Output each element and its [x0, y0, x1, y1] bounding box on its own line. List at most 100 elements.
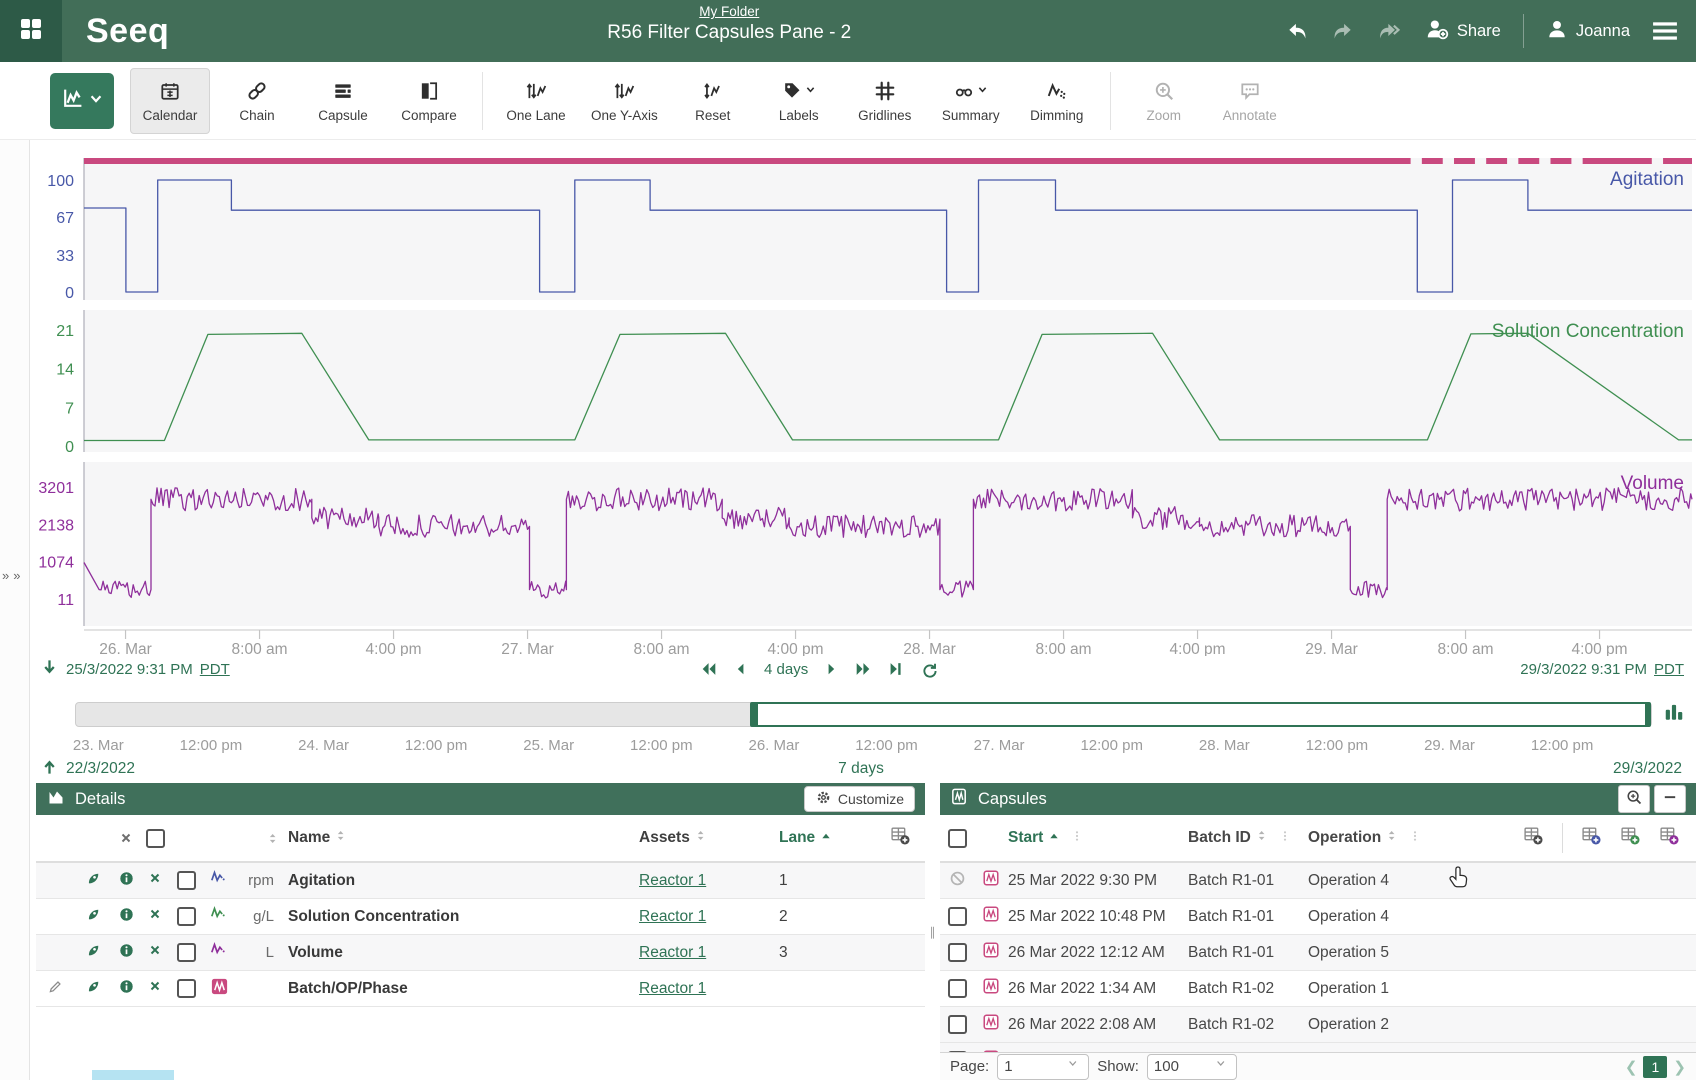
- toolbar-button-reset[interactable]: Reset: [674, 69, 752, 133]
- capsule-row-3[interactable]: 26 Mar 2022 1:34 AMBatch R1-02Operation …: [940, 971, 1696, 1007]
- toolbar-button-dimming[interactable]: Dimming: [1018, 69, 1096, 133]
- pager-next-icon[interactable]: ❯: [1673, 1058, 1686, 1076]
- asset-link[interactable]: Reactor 1: [639, 872, 706, 890]
- trend-chart[interactable]: 10067330Agitation211470Solution Concentr…: [0, 140, 1696, 656]
- info-icon[interactable]: [118, 906, 135, 928]
- close-icon[interactable]: [148, 979, 162, 998]
- page-select[interactable]: 1: [997, 1054, 1089, 1080]
- range-start-arrow-icon[interactable]: [40, 658, 59, 681]
- select-all-checkbox[interactable]: [146, 829, 165, 848]
- row-checkbox[interactable]: [177, 979, 196, 998]
- show-select[interactable]: 100: [1147, 1054, 1237, 1080]
- toolbar-button-capsule[interactable]: Capsule: [304, 69, 382, 133]
- step-back-fast-icon[interactable]: [700, 660, 718, 678]
- add-column-icon-0[interactable]: [1523, 825, 1544, 851]
- capsule-row-2[interactable]: 26 Mar 2022 12:12 AMBatch R1-01Operation…: [940, 935, 1696, 971]
- capsule-checkbox[interactable]: [948, 943, 967, 962]
- user-menu[interactable]: Joanna: [1546, 18, 1630, 45]
- range-duration[interactable]: 4 days: [764, 661, 808, 678]
- investigate-range-duration[interactable]: 7 days: [838, 760, 884, 778]
- info-icon[interactable]: [118, 870, 135, 892]
- capsule-checkbox[interactable]: [948, 907, 967, 926]
- capsules-collapse-button[interactable]: [1654, 785, 1686, 813]
- timebar-selection[interactable]: [750, 702, 1651, 727]
- details-row-0[interactable]: rpmAgitationReactor 11: [36, 863, 925, 899]
- asset-link[interactable]: Reactor 1: [639, 908, 706, 926]
- row-checkbox[interactable]: [177, 907, 196, 926]
- details-row-2[interactable]: LVolumeReactor 13: [36, 935, 925, 971]
- capsule-checkbox[interactable]: [948, 1015, 967, 1034]
- apps-grid-button[interactable]: [0, 0, 62, 62]
- column-menu-icon[interactable]: [1279, 827, 1291, 850]
- details-row-1[interactable]: g/LSolution ConcentrationReactor 12: [36, 899, 925, 935]
- investigate-timebar[interactable]: [75, 702, 1652, 727]
- row-checkbox[interactable]: [177, 943, 196, 962]
- toolbar-button-compare[interactable]: Compare: [390, 69, 468, 133]
- add-column-icon-1[interactable]: [1581, 825, 1602, 851]
- add-column-icon-3[interactable]: [1659, 825, 1680, 851]
- sort-color-icon[interactable]: [236, 831, 280, 846]
- investigate-range-end[interactable]: 29/3/2022: [1613, 760, 1682, 778]
- trend-view-selector-button[interactable]: [50, 73, 114, 129]
- details-row-3[interactable]: Batch/OP/PhaseReactor 1: [36, 971, 925, 1007]
- share-button[interactable]: Share: [1425, 17, 1501, 46]
- step-forward-fast-icon[interactable]: [854, 660, 872, 678]
- column-header-batch-id[interactable]: Batch ID: [1188, 827, 1308, 850]
- step-to-end-icon[interactable]: [887, 660, 905, 678]
- capsules-select-all-checkbox[interactable]: [948, 829, 967, 848]
- rocket-icon[interactable]: [85, 978, 102, 1000]
- timebar-right-handle[interactable]: [1645, 703, 1650, 726]
- column-header-start[interactable]: Start: [1008, 827, 1188, 850]
- column-header-assets[interactable]: Assets: [639, 828, 708, 848]
- capsule-row-4[interactable]: 26 Mar 2022 2:08 AMBatch R1-02Operation …: [940, 1007, 1696, 1043]
- panel-splitter[interactable]: ∥: [925, 783, 940, 1080]
- capsules-zoom-button[interactable]: [1618, 785, 1650, 813]
- investigate-range-start[interactable]: 22/3/2022: [66, 760, 135, 778]
- timebar-left-handle[interactable]: [751, 703, 758, 726]
- timezone-link[interactable]: PDT: [200, 661, 230, 678]
- rocket-icon[interactable]: [85, 942, 102, 964]
- investigate-start-arrow-icon[interactable]: [40, 757, 59, 781]
- capsule-row-0[interactable]: 25 Mar 2022 9:30 PMBatch R1-01Operation …: [940, 863, 1696, 899]
- toolbar-button-gridlines[interactable]: Gridlines: [846, 69, 924, 133]
- remove-all-icon[interactable]: [112, 831, 140, 845]
- redo-all-icon[interactable]: [1377, 20, 1403, 42]
- close-icon[interactable]: [148, 943, 162, 962]
- toolbar-button-annotate[interactable]: Annotate: [1211, 69, 1289, 133]
- column-header-name[interactable]: Name: [288, 828, 348, 848]
- add-column-icon-2[interactable]: [1620, 825, 1641, 851]
- toolbar-button-zoom[interactable]: Zoom: [1125, 69, 1203, 133]
- rocket-icon[interactable]: [85, 906, 102, 928]
- timezone-link-end[interactable]: PDT: [1654, 661, 1684, 678]
- asset-link[interactable]: Reactor 1: [639, 980, 706, 998]
- display-range-end[interactable]: 29/3/2022 9:31 PM: [1520, 661, 1647, 678]
- column-menu-icon[interactable]: [1071, 827, 1083, 850]
- column-menu-icon[interactable]: [1409, 827, 1421, 850]
- info-icon[interactable]: [118, 978, 135, 1000]
- toolbar-button-calendar[interactable]: Calendar: [130, 68, 210, 134]
- close-icon[interactable]: [148, 871, 162, 890]
- step-back-icon[interactable]: [733, 660, 749, 678]
- toolbar-button-chain[interactable]: Chain: [218, 69, 296, 133]
- row-checkbox[interactable]: [177, 871, 196, 890]
- redo-icon[interactable]: [1331, 20, 1355, 42]
- rocket-icon[interactable]: [85, 870, 102, 892]
- add-column-icon[interactable]: [890, 825, 911, 851]
- breadcrumb-folder-link[interactable]: My Folder: [607, 4, 851, 19]
- step-forward-icon[interactable]: [823, 660, 839, 678]
- pager-prev-icon[interactable]: ❮: [1625, 1058, 1638, 1076]
- hamburger-menu-icon[interactable]: [1652, 19, 1678, 43]
- capsule-checkbox[interactable]: [948, 979, 967, 998]
- toolbar-button-labels[interactable]: Labels: [760, 69, 838, 133]
- timebar-options-button[interactable]: [1660, 701, 1688, 728]
- pencil-icon[interactable]: [47, 978, 64, 1000]
- capsule-row-1[interactable]: 25 Mar 2022 10:48 PMBatch R1-01Operation…: [940, 899, 1696, 935]
- close-icon[interactable]: [148, 907, 162, 926]
- refresh-icon[interactable]: [920, 660, 939, 679]
- display-range-start[interactable]: 25/3/2022 9:31 PM: [66, 661, 193, 678]
- info-icon[interactable]: [118, 942, 135, 964]
- column-header-lane[interactable]: Lane: [779, 829, 833, 848]
- toolbar-button-one-lane[interactable]: One Lane: [497, 69, 575, 133]
- column-header-operation[interactable]: Operation: [1308, 827, 1448, 850]
- undo-icon[interactable]: [1285, 20, 1309, 42]
